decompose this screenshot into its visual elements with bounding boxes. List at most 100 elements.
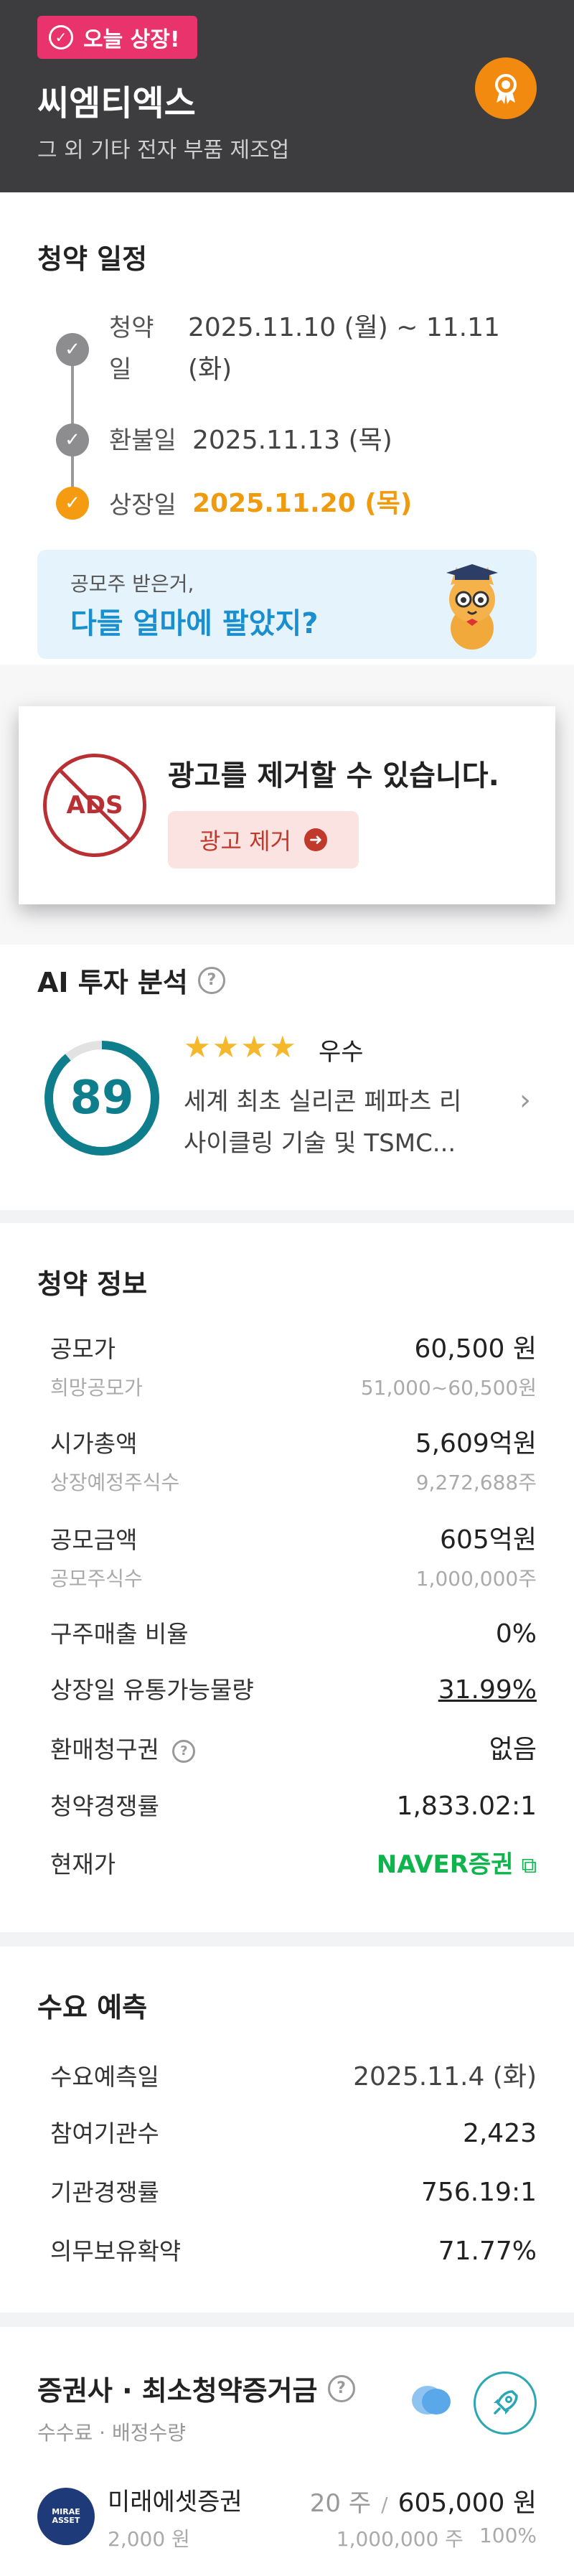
timeline-label-subscription: 청약 일 <box>109 307 154 390</box>
demand-row-institutions: 참여기관수 2,423 <box>50 2114 537 2149</box>
help-icon[interactable]: ? <box>172 1739 196 1763</box>
banner-large-text: 다들 얼마에 팔았지? <box>70 607 319 640</box>
info-row-competition: 청약경쟁률 1,833.02:1 <box>50 1787 537 1822</box>
cat-mascot-icon <box>446 564 498 650</box>
demand-key: 참여기관수 <box>50 2120 159 2148</box>
info-row-putback: 환매청구권 ? 없음 <box>50 1728 537 1766</box>
step-today-icon: ✓ <box>56 487 89 520</box>
label-line: 청약 <box>109 314 154 342</box>
remove-ads-label: 광고 제거 <box>199 828 291 855</box>
award-button[interactable] <box>475 57 537 119</box>
info-value: 1,833.02:1 <box>396 1792 537 1821</box>
min-deposit: 605,000 원 <box>397 2488 537 2518</box>
info-title: 청약 정보 <box>37 1268 148 1300</box>
summary-line: 사이클링 기술 및 TSMC... <box>184 1129 456 1158</box>
broker-name[interactable]: 미래에셋증권 <box>108 2482 243 2517</box>
demand-key: 수요예측일 <box>50 2063 159 2091</box>
no-ads-text: ADS <box>66 791 123 820</box>
no-ads-icon: ADS <box>43 754 146 857</box>
timeline-value-listing: 2025.11.20 (목) <box>192 489 413 518</box>
allocation-pct: 100% <box>479 2524 537 2547</box>
remove-ads-button[interactable]: 광고 제거 ➜ <box>168 811 359 868</box>
info-row-market-cap: 시가총액 5,609억원 <box>50 1423 537 1460</box>
info-key: 구주매출 비율 <box>50 1620 189 1648</box>
info-key: 현재가 <box>50 1850 116 1878</box>
mirae-asset-logo: MIRAE ASSET <box>37 2488 95 2545</box>
brokers-subtitle: 수수료 · 배정수량 <box>37 2421 187 2445</box>
info-value: 60,500 원 <box>414 1334 537 1364</box>
broker-alloc-row: 1,000,000 주 100% <box>337 2524 537 2552</box>
ai-score-ring: 89 <box>44 1041 159 1156</box>
float-ratio-link[interactable]: 31.99% <box>438 1675 537 1705</box>
broker-fee: 2,000 원 <box>108 2527 190 2551</box>
info-sub-key: 공모주식수 <box>50 1567 143 1591</box>
ai-title-row: AI 투자 분석 ? <box>37 960 225 1000</box>
info-subrow: 희망공모가 51,000~60,500원 <box>50 1372 537 1401</box>
sell-price-banner[interactable]: 공모주 받은거, 다들 얼마에 팔았지? <box>37 550 537 659</box>
company-name: 씨엠티엑스 <box>37 83 196 123</box>
demand-key: 의무보유확약 <box>50 2237 182 2265</box>
info-key-with-help: 환매청구권 ? <box>50 1730 196 1765</box>
info-row-offer-amount: 공모금액 605억원 <box>50 1519 537 1556</box>
demand-value: 756.19:1 <box>421 2178 537 2207</box>
industry-label: 그 외 기타 전자 부품 제조업 <box>37 138 290 163</box>
info-value: 0% <box>495 1619 537 1649</box>
demand-value: 2,423 <box>462 2119 537 2148</box>
ai-title: AI 투자 분석 <box>37 967 188 998</box>
rocket-icon <box>494 2390 518 2415</box>
naver-label: NAVER증권 <box>376 1850 514 1879</box>
value-line: (화) <box>188 355 232 384</box>
info-sub-key: 희망공모가 <box>50 1376 143 1400</box>
allocated-shares: 1,000,000 주 <box>336 2527 464 2551</box>
info-subrow: 공모주식수 1,000,000주 <box>50 1563 537 1592</box>
timeline-label-refund: 환불일 <box>109 426 177 455</box>
banner-small-text: 공모주 받은거, <box>70 572 194 596</box>
ai-score-value: 89 <box>53 1049 151 1147</box>
broker-deposit-row: 20 주 / 605,000 원 <box>310 2482 537 2519</box>
cloud-chat-icon[interactable] <box>410 2381 452 2419</box>
listing-today-badge: ✓ 오늘 상장! <box>37 16 197 59</box>
info-sub-key: 상장예정주식수 <box>50 1471 180 1494</box>
rating-grade: 우수 <box>319 1038 364 1067</box>
ad-removal-title: 광고를 제거할 수 있습니다. <box>168 759 499 792</box>
chevron-right-icon[interactable]: › <box>519 1084 531 1117</box>
separator: / <box>381 2493 388 2516</box>
naver-finance-link[interactable]: NAVER증권 ⧉ <box>377 1845 537 1880</box>
label-line: 일 <box>109 355 132 384</box>
ad-removal-box: ADS 광고를 제거할 수 있습니다. 광고 제거 ➜ <box>19 706 555 904</box>
info-sub-value: 9,272,688주 <box>415 1471 537 1494</box>
info-key: 환매청구권 <box>50 1736 159 1764</box>
info-value: 없음 <box>489 1735 537 1764</box>
rocket-button[interactable] <box>474 2371 537 2435</box>
info-row-float[interactable]: 상장일 유통가능물량 31.99% <box>50 1671 537 1705</box>
info-sub-value: 1,000,000주 <box>415 1567 537 1591</box>
demand-row-competition: 기관경쟁률 756.19:1 <box>50 2173 537 2208</box>
demand-value: 2025.11.4 (화) <box>353 2062 537 2092</box>
badge-label: 오늘 상장! <box>83 27 180 52</box>
demand-value: 71.77% <box>438 2237 537 2266</box>
step-done-icon: ✓ <box>56 423 89 456</box>
info-key: 청약경쟁률 <box>50 1792 159 1820</box>
value-line: 2025.11.10 (월) ~ 11.11 <box>188 313 500 342</box>
demand-key: 기관경쟁률 <box>50 2178 159 2206</box>
info-key: 시가총액 <box>50 1430 138 1458</box>
schedule-title: 청약 일정 <box>37 243 148 275</box>
info-value: 605억원 <box>440 1525 537 1555</box>
help-icon[interactable]: ? <box>327 2374 355 2402</box>
info-key: 공모가 <box>50 1335 116 1363</box>
demand-row-date: 수요예측일 2025.11.4 (화) <box>50 2056 537 2093</box>
info-value: 5,609억원 <box>415 1429 537 1458</box>
rating-stars: ★★★★ <box>184 1029 298 1064</box>
help-icon[interactable]: ? <box>197 966 225 994</box>
info-key: 공모금액 <box>50 1526 138 1554</box>
info-sub-value: 51,000~60,500원 <box>360 1376 537 1400</box>
demand-row-lockup: 의무보유확약 71.77% <box>50 2232 537 2267</box>
external-link-icon: ⧉ <box>521 1853 537 1878</box>
info-row-offer-price: 공모가 60,500 원 <box>50 1328 537 1365</box>
check-circle-icon: ✓ <box>49 25 73 50</box>
timeline-value-subscription: 2025.11.10 (월) ~ 11.11 (화) <box>188 307 500 390</box>
arrow-right-icon: ➜ <box>304 828 327 851</box>
ai-summary: 세계 최초 실리콘 페파츠 리 사이클링 기술 및 TSMC... <box>184 1081 485 1164</box>
brokers-title: 증권사 · 최소청약증거금 <box>37 2375 318 2407</box>
award-ribbon-icon <box>495 74 517 104</box>
